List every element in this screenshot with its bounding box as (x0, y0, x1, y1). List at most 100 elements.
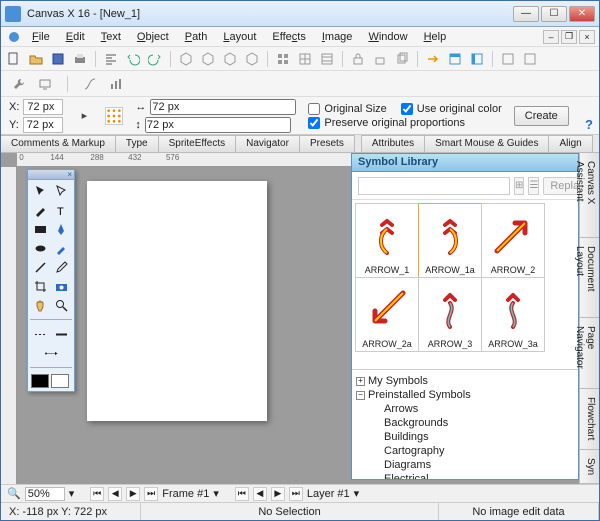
canvas[interactable] (87, 181, 267, 421)
print-icon[interactable] (71, 50, 89, 68)
layer-next-icon[interactable]: ▶ (271, 487, 285, 501)
text-tool-icon[interactable]: T (52, 201, 73, 219)
fill-swatch[interactable] (31, 374, 49, 388)
menu-text[interactable]: Text (94, 29, 128, 45)
collapse-icon[interactable]: − (356, 391, 365, 400)
menu-path[interactable]: Path (178, 29, 215, 45)
stroke-width-icon[interactable] (52, 325, 73, 343)
menu-image[interactable]: Image (315, 29, 360, 45)
w-input[interactable] (150, 99, 296, 115)
tab-navigator[interactable]: Navigator (236, 135, 300, 152)
y-input[interactable] (23, 117, 63, 133)
camera-tool-icon[interactable] (52, 277, 73, 295)
line-tool-icon[interactable] (30, 258, 51, 276)
vtab-doclayout[interactable]: Document Layout (580, 238, 599, 317)
expand-icon[interactable]: + (356, 377, 365, 386)
menu-edit[interactable]: Edit (59, 29, 92, 45)
symbol-cell[interactable]: ARROW_1a (418, 203, 482, 278)
tab-align[interactable]: Align (549, 135, 592, 152)
tree-node[interactable]: +My Symbols (356, 374, 574, 388)
symbol-list-icon[interactable]: ☰ (528, 177, 539, 195)
menu-layout[interactable]: Layout (216, 29, 263, 45)
cube4-icon[interactable] (243, 50, 261, 68)
layer-first-icon[interactable]: ⏮ (235, 487, 249, 501)
expand-arrow-icon[interactable]: ▸ (75, 107, 93, 125)
vtab-syn[interactable]: Syn (580, 450, 599, 484)
cube1-icon[interactable] (177, 50, 195, 68)
original-size-checkbox[interactable]: Original Size (308, 103, 386, 115)
ellipse-tool-icon[interactable] (30, 239, 51, 257)
tab-presets[interactable]: Presets (300, 135, 355, 152)
barchart-icon[interactable] (106, 74, 126, 94)
maximize-button[interactable]: ☐ (541, 6, 567, 22)
tree-node[interactable]: Diagrams (356, 458, 574, 472)
menu-window[interactable]: Window (361, 29, 414, 45)
tree-node[interactable]: −Preinstalled Symbols (356, 388, 574, 402)
redo-icon[interactable] (146, 50, 164, 68)
tree-node[interactable]: Arrows (356, 402, 574, 416)
minimize-button[interactable]: — (513, 6, 539, 22)
frame-next-icon[interactable]: ▶ (126, 487, 140, 501)
anchor-grid-icon[interactable] (105, 107, 123, 125)
close-button[interactable]: ✕ (569, 6, 595, 22)
rect-tool-icon[interactable] (30, 220, 51, 238)
pointer-tool-icon[interactable] (30, 182, 51, 200)
vtab-flowchart[interactable]: Flowchart (580, 389, 599, 449)
vtab-pagenav[interactable]: Page Navigator (580, 318, 599, 390)
symbol-cell[interactable]: ARROW_3 (418, 277, 482, 352)
save-icon[interactable] (49, 50, 67, 68)
use-orig-color-checkbox[interactable]: Use original color (401, 103, 502, 115)
tab-sprite[interactable]: SpriteEffects (159, 135, 237, 152)
mdi-close[interactable]: × (579, 30, 595, 44)
symbol-grid-icon[interactable]: ⊞ (514, 177, 524, 195)
cube2-icon[interactable] (199, 50, 217, 68)
symbol-cell[interactable]: ARROW_1 (355, 203, 419, 278)
align-left-icon[interactable] (102, 50, 120, 68)
frame-last-icon[interactable]: ⏭ (144, 487, 158, 501)
grid1-icon[interactable] (274, 50, 292, 68)
symbol-cell[interactable]: ARROW_2a (355, 277, 419, 352)
undo-icon[interactable] (124, 50, 142, 68)
crop-tool-icon[interactable] (30, 277, 51, 295)
curve-icon[interactable] (80, 74, 100, 94)
tree-node[interactable]: Electrical (356, 472, 574, 479)
menu-object[interactable]: Object (130, 29, 176, 45)
tab-smartmouse[interactable]: Smart Mouse & Guides (425, 135, 549, 152)
brush-tool-icon[interactable] (52, 239, 73, 257)
stroke-swatch[interactable] (51, 374, 69, 388)
preserve-proportions-checkbox[interactable]: Preserve original proportions (308, 117, 501, 129)
grid2-icon[interactable] (296, 50, 314, 68)
tab-type[interactable]: Type (116, 135, 159, 152)
panel2-icon[interactable] (468, 50, 486, 68)
tree-node[interactable]: Backgrounds (356, 416, 574, 430)
arrow-style-icon[interactable] (30, 344, 72, 362)
pentool2-icon[interactable] (52, 220, 73, 238)
symbol-cell[interactable]: ARROW_3a (481, 277, 545, 352)
lock-icon[interactable] (349, 50, 367, 68)
frame-dropdown-icon[interactable]: ▾ (213, 487, 219, 500)
tree-node[interactable]: Cartography (356, 444, 574, 458)
hand-tool-icon[interactable] (30, 296, 51, 314)
layer-dropdown-icon[interactable]: ▾ (354, 487, 360, 500)
zoom-tool-icon[interactable] (52, 296, 73, 314)
direct-select-tool-icon[interactable] (52, 182, 73, 200)
vtab-assistant[interactable]: Canvas X Assistant (580, 153, 599, 238)
tree-node[interactable]: Buildings (356, 430, 574, 444)
panel3-icon[interactable] (499, 50, 517, 68)
symbol-search-input[interactable] (358, 177, 510, 195)
copy-icon[interactable] (393, 50, 411, 68)
new-icon[interactable] (5, 50, 23, 68)
zoom-dropdown-icon[interactable]: ▾ (69, 487, 75, 500)
zoom-input[interactable] (25, 487, 65, 501)
tab-comments[interactable]: Comments & Markup (1, 135, 116, 152)
eyedropper-tool-icon[interactable] (52, 258, 73, 276)
h-input[interactable] (145, 117, 291, 133)
app-menu-icon[interactable] (5, 28, 23, 46)
layer-last-icon[interactable]: ⏭ (289, 487, 303, 501)
zoom-mag-icon[interactable]: 🔍 (7, 487, 21, 500)
mdi-restore[interactable]: ❐ (561, 30, 577, 44)
unlock-icon[interactable] (371, 50, 389, 68)
grid3-icon[interactable] (318, 50, 336, 68)
x-input[interactable] (23, 99, 63, 115)
arrow-right-icon[interactable] (424, 50, 442, 68)
